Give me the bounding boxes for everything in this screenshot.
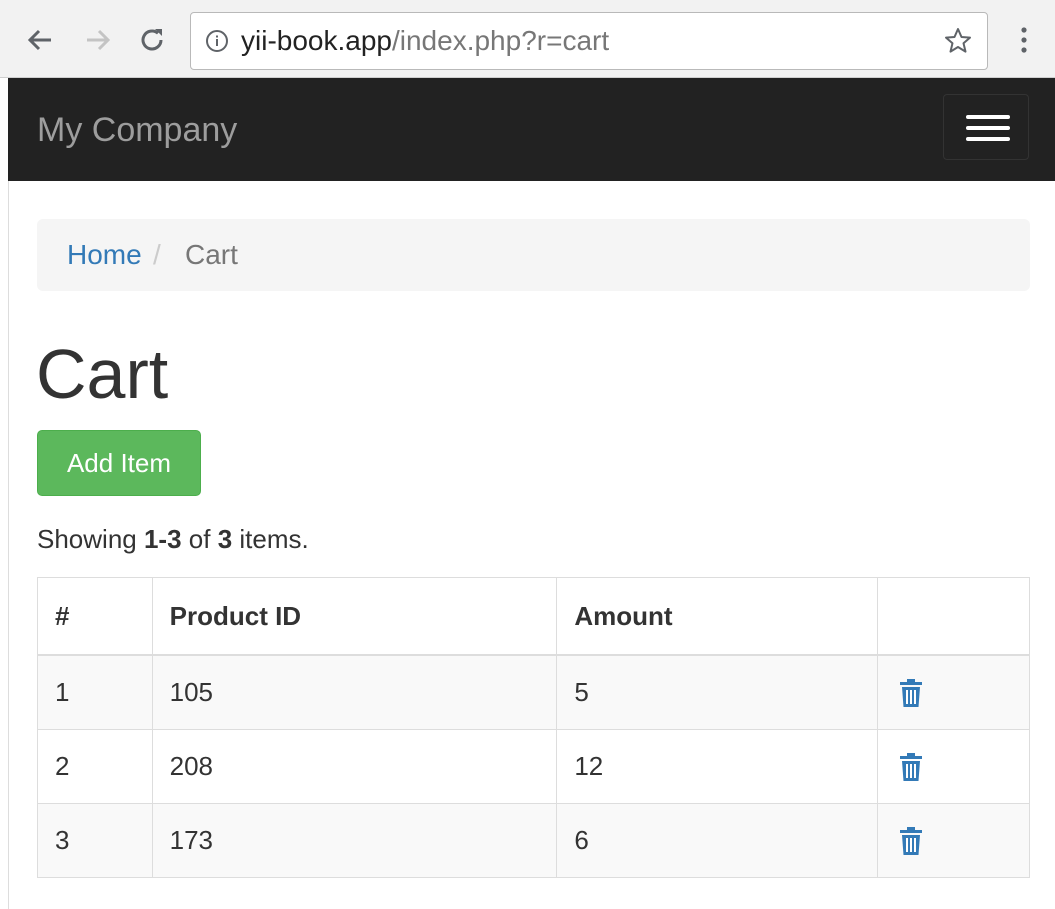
reload-icon[interactable] <box>136 22 168 58</box>
row-amount: 5 <box>556 654 879 730</box>
address-bar[interactable]: yii-book.app/index.php?r=cart <box>190 12 988 70</box>
table-row: 2 208 12 <box>37 729 1030 804</box>
header-product-id: Product ID <box>151 577 558 656</box>
row-product-id: 105 <box>151 654 558 730</box>
row-number: 3 <box>37 803 153 878</box>
brand-link[interactable]: My Company <box>37 110 237 150</box>
url-host: yii-book.app <box>241 25 392 56</box>
summary-middle: of <box>181 524 218 554</box>
header-amount: Amount <box>556 577 879 656</box>
page-title: Cart <box>36 335 169 413</box>
url-path: /index.php?r=cart <box>391 25 610 56</box>
add-item-button[interactable]: Add Item <box>37 430 201 496</box>
breadcrumb-separator: / <box>153 239 161 270</box>
row-amount: 12 <box>556 729 879 804</box>
back-arrow-icon[interactable] <box>24 22 56 58</box>
forward-arrow-icon[interactable] <box>82 22 114 58</box>
header-actions <box>877 577 1030 656</box>
site-navbar: My Company <box>8 78 1055 181</box>
breadcrumb: Home / Cart <box>37 219 1030 291</box>
row-product-id: 173 <box>151 803 558 878</box>
url-text: yii-book.app/index.php?r=cart <box>241 26 609 56</box>
row-number: 1 <box>37 654 153 730</box>
summary-suffix: items. <box>232 524 309 554</box>
table-header-row: # Product ID Amount <box>37 577 1030 656</box>
table-row: 3 173 6 <box>37 803 1030 878</box>
browser-menu-icon[interactable] <box>1014 22 1034 58</box>
row-product-id: 208 <box>151 729 558 804</box>
page-edge-divider <box>8 181 9 909</box>
browser-toolbar: yii-book.app/index.php?r=cart <box>0 0 1055 78</box>
star-icon[interactable] <box>943 26 973 56</box>
grid-summary: Showing 1-3 of 3 items. <box>37 524 309 554</box>
info-icon[interactable] <box>205 29 229 53</box>
row-amount: 6 <box>556 803 879 878</box>
summary-range: 1-3 <box>143 524 182 554</box>
summary-prefix: Showing <box>37 524 144 554</box>
table-row: 1 105 5 <box>37 654 1030 730</box>
trash-icon[interactable] <box>899 752 923 782</box>
header-number: # <box>37 577 153 656</box>
trash-icon[interactable] <box>899 678 923 708</box>
row-actions <box>877 803 1030 878</box>
row-number: 2 <box>37 729 153 804</box>
trash-icon[interactable] <box>899 826 923 856</box>
summary-total: 3 <box>217 524 233 554</box>
cart-items-table: # Product ID Amount 1 105 5 2 208 12 3 1… <box>37 577 1030 878</box>
hamburger-menu-icon[interactable] <box>943 94 1029 160</box>
row-actions <box>877 654 1030 730</box>
row-actions <box>877 729 1030 804</box>
breadcrumb-current: Cart <box>185 239 238 270</box>
breadcrumb-home-link[interactable]: Home <box>67 240 142 270</box>
